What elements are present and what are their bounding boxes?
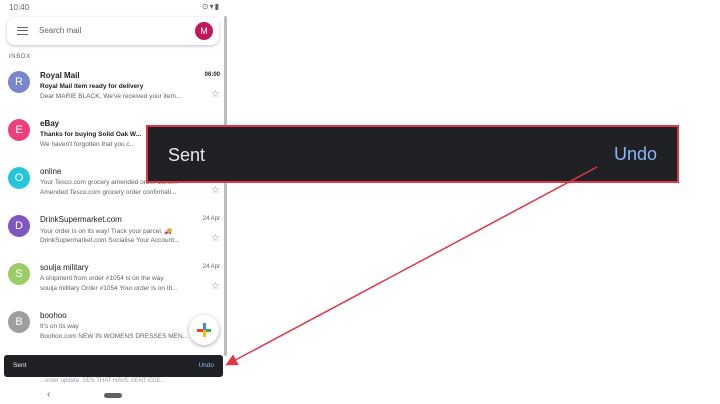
star-icon[interactable]: ☆ <box>211 281 220 292</box>
hamburger-menu-icon[interactable] <box>17 27 28 35</box>
email-date: 24 Apr <box>202 216 220 222</box>
email-snippet: DrinkSupermarket.com Socialise Your Acco… <box>40 237 180 244</box>
partially-hidden-email: ...order update. SEN THAT HAVE SENT EDE.… <box>40 378 166 384</box>
sender-avatar: O <box>8 167 30 189</box>
section-label: INBOX <box>9 54 31 60</box>
email-sender: boohoo <box>40 311 67 320</box>
email-row[interactable]: D DrinkSupermarket.com 24 Apr Your order… <box>0 207 228 255</box>
email-sender: soulja military <box>40 263 89 272</box>
email-subject: Your order is on its way! Track your par… <box>40 228 173 235</box>
status-time: 10:40 <box>9 3 30 12</box>
callout-message: Sent <box>168 145 206 165</box>
email-sender: eBay <box>40 119 60 128</box>
email-snippet: Dear MARIE BLACK, We've received your it… <box>40 93 182 100</box>
account-avatar[interactable]: M <box>195 22 213 40</box>
status-bar: 10:40 ⊙▾▮ <box>0 0 228 14</box>
star-icon[interactable]: ☆ <box>211 89 220 100</box>
zoomed-snackbar-callout: Sent Undo <box>146 125 679 183</box>
back-icon[interactable]: ‹ <box>47 389 50 400</box>
email-sender: DrinkSupermarket.com <box>40 215 122 224</box>
status-icons: ⊙▾▮ <box>201 2 220 11</box>
snackbar-undo-button[interactable]: Undo <box>198 362 214 369</box>
snackbar: Sent Undo <box>4 355 223 377</box>
sender-avatar: E <box>8 119 30 141</box>
email-snippet: Boohoo.com NEW IN WOMENS DRESSES MEN... <box>40 333 189 340</box>
snackbar-message: Sent <box>13 362 27 369</box>
navigation-bar: ‹ <box>0 387 228 404</box>
email-subject: Royal Mail item ready for delivery <box>40 83 144 90</box>
email-date: 24 Apr <box>202 264 220 270</box>
star-icon[interactable]: ☆ <box>211 185 220 196</box>
home-pill-icon[interactable] <box>104 393 122 398</box>
callout-undo-button[interactable]: Undo <box>614 144 657 165</box>
email-subject: It's on its way <box>40 323 79 330</box>
email-row[interactable]: R Royal Mail 06:00 Royal Mail item ready… <box>0 63 228 111</box>
compose-button[interactable] <box>189 315 219 345</box>
email-sender: Royal Mail <box>40 71 80 80</box>
sender-avatar: D <box>8 215 30 237</box>
email-date: 06:00 <box>204 72 220 78</box>
email-sender: online <box>40 167 62 176</box>
phone-screen: 10:40 ⊙▾▮ Search mail M INBOX R Royal Ma… <box>0 0 228 404</box>
scrollbar[interactable] <box>224 16 227 356</box>
email-snippet: Amended Tesco.com grocery order confirma… <box>40 189 177 196</box>
star-icon[interactable]: ☆ <box>211 233 220 244</box>
email-subject: A shipment from order #1054 is on the wa… <box>40 275 164 282</box>
search-bar[interactable]: Search mail M <box>7 17 219 45</box>
sender-avatar: B <box>8 311 30 333</box>
search-input[interactable]: Search mail <box>39 26 81 35</box>
email-list: R Royal Mail 06:00 Royal Mail item ready… <box>0 63 228 351</box>
email-snippet: soulja military Order #1054 Your order i… <box>40 285 178 292</box>
email-row[interactable]: S soulja military 24 Apr A shipment from… <box>0 255 228 303</box>
sender-avatar: R <box>8 71 30 93</box>
sender-avatar: S <box>8 263 30 285</box>
